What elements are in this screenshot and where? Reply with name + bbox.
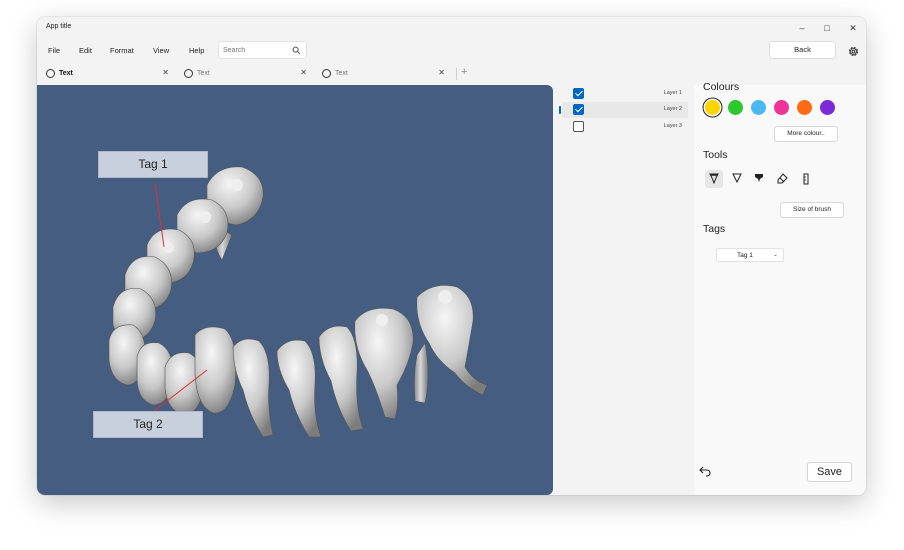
highlighter-tool-button[interactable] [728, 170, 746, 188]
menu-edit[interactable]: Edit [79, 46, 92, 55]
save-button[interactable]: Save [807, 462, 852, 482]
menu-view[interactable]: View [153, 46, 169, 55]
colour-swatch-yellow[interactable] [705, 100, 720, 115]
layer-3-checkbox[interactable] [573, 121, 584, 132]
tab-label: Text [335, 70, 348, 77]
app-title: App title [46, 23, 72, 30]
pen-tool-button[interactable] [705, 170, 723, 188]
gear-icon[interactable] [847, 45, 860, 58]
app-window: App title – □ ✕ File Edit Format View He… [37, 17, 866, 495]
tab-strip: Text ✕ Text ✕ Text ✕ + [37, 64, 553, 84]
colour-swatch-orange[interactable] [797, 100, 812, 115]
add-tab-icon[interactable]: + [461, 66, 467, 78]
tag-label-2[interactable]: Tag 2 [93, 411, 203, 438]
layer-label: Layer 1 [663, 90, 682, 96]
layer-row-3[interactable]: Layer 3 [562, 119, 688, 135]
marker-tool-button[interactable] [750, 170, 768, 188]
close-tab-icon[interactable]: ✕ [300, 68, 307, 77]
undo-icon[interactable] [699, 465, 711, 477]
tab-1[interactable]: Text ✕ [37, 64, 177, 84]
layer-row-2[interactable]: Layer 2 [559, 102, 688, 118]
tab-circle-icon [46, 69, 55, 78]
minimize-button[interactable]: – [794, 20, 810, 36]
tags-title: Tags [703, 223, 726, 235]
eraser-icon [777, 173, 788, 184]
tab-label: Text [197, 70, 210, 77]
tools-title: Tools [703, 149, 728, 161]
canvas-3d-view[interactable]: Tag 1 Tag 2 [37, 85, 553, 495]
layers-panel: Layer 1 Layer 2 Layer 3 [553, 85, 694, 495]
tab-label: Text [59, 70, 73, 77]
tag-label-1[interactable]: Tag 1 [98, 151, 208, 178]
tab-3[interactable]: Text ✕ [313, 64, 453, 84]
tag-select[interactable]: Tag 1 ⌄ [716, 248, 784, 262]
search-input[interactable] [223, 44, 291, 56]
colour-swatch-light-blue[interactable] [751, 100, 766, 115]
title-bar: App title – □ ✕ [37, 17, 866, 39]
marker-icon [755, 174, 763, 182]
colour-swatch-green[interactable] [728, 100, 743, 115]
tab-circle-icon [184, 69, 193, 78]
teeth-arch [108, 166, 488, 438]
pen-icon [709, 173, 719, 185]
maximize-button[interactable]: □ [819, 20, 835, 36]
ruler-icon [803, 173, 809, 185]
colours-title: Colours [703, 81, 740, 93]
properties-panel: Colours More colour.. Tools Size of brus… [694, 81, 866, 495]
colour-swatch-purple[interactable] [820, 100, 835, 115]
layer-label: Layer 3 [663, 123, 682, 129]
chevron-down-icon: ⌄ [772, 252, 778, 258]
ruler-tool-button[interactable] [798, 170, 816, 188]
colour-swatch-pink[interactable] [774, 100, 789, 115]
tab-divider [456, 68, 457, 80]
close-tab-icon[interactable]: ✕ [438, 68, 445, 77]
menu-help[interactable]: Help [189, 46, 204, 55]
menu-file[interactable]: File [48, 46, 60, 55]
back-button[interactable]: Back [769, 41, 836, 59]
close-tab-icon[interactable]: ✕ [162, 68, 169, 77]
menu-bar: File Edit Format View Help [37, 39, 866, 64]
search-icon[interactable] [292, 46, 301, 55]
selection-indicator [559, 106, 561, 114]
layer-label: Layer 2 [663, 106, 682, 112]
layer-row-1[interactable]: Layer 1 [562, 86, 688, 102]
brush-size-button[interactable]: Size of brush [780, 202, 844, 218]
close-button[interactable]: ✕ [845, 20, 861, 36]
tab-2[interactable]: Text ✕ [175, 64, 315, 84]
more-colours-button[interactable]: More colour.. [774, 126, 838, 142]
tag-select-value: Tag 1 [737, 252, 753, 259]
layer-1-checkbox[interactable] [573, 88, 584, 99]
layer-2-checkbox[interactable] [573, 104, 584, 115]
highlighter-icon [732, 173, 742, 184]
search-box[interactable] [218, 41, 307, 59]
eraser-tool-button[interactable] [773, 170, 791, 188]
tab-circle-icon [322, 69, 331, 78]
menu-format[interactable]: Format [110, 46, 134, 55]
